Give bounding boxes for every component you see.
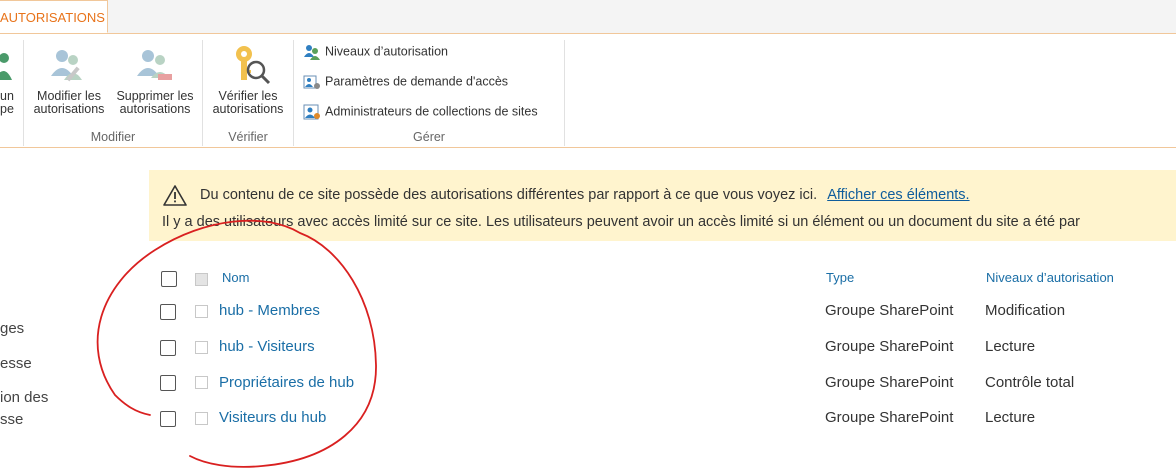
row-permission-level: Lecture [985,338,1036,355]
warning-message: Du contenu de ce site possède des autori… [200,187,970,203]
remove-permissions-icon [137,50,172,80]
warning-text: Du contenu de ce site possède des autori… [200,187,818,203]
site-admins-label: Administrateurs de collections de sites [325,104,538,119]
ribbon-separator [564,40,565,146]
edit-permissions-button[interactable]: Modifier les autorisations [30,44,108,119]
row-item-checkbox[interactable] [195,341,208,354]
edit-permissions-icon [51,50,82,82]
row-checkbox[interactable] [160,411,176,427]
row-checkbox[interactable] [160,340,176,356]
row-name-link[interactable]: hub - Membres [219,302,320,319]
check-permissions-icon [236,46,271,85]
show-items-link[interactable]: Afficher ces éléments. [827,187,969,203]
tab-autorisations[interactable]: AUTORISATIONS [0,0,108,33]
row-type: Groupe SharePoint [825,374,954,391]
left-nav-item[interactable]: esse [0,355,32,372]
row-name-link[interactable]: Visiteurs du hub [219,409,326,426]
partial-button-line2: pe [0,102,14,116]
row-item-checkbox[interactable] [195,376,208,389]
partial-button-label[interactable]: un pe [0,90,14,116]
access-request-icon [303,75,320,89]
partial-group-icon[interactable] [0,50,12,80]
row-type: Groupe SharePoint [825,302,954,319]
remove-permissions-line2: autorisations [119,102,191,116]
row-item-checkbox[interactable] [195,305,208,318]
check-permissions-button[interactable]: Vérifier les autorisations [206,44,290,119]
row-item-checkbox[interactable] [195,412,208,425]
column-header-level[interactable]: Niveaux d’autorisation [986,270,1114,285]
permission-levels-icon [304,44,320,60]
row-permission-level: Lecture [985,409,1036,426]
row-permission-level: Modification [985,302,1066,319]
row-permission-level: Contrôle total [985,374,1075,391]
site-collection-admins-link[interactable]: Administrateurs de collections de sites [303,102,538,120]
column-header-name[interactable]: Nom [222,270,249,285]
row-type: Groupe SharePoint [825,338,954,355]
group-label-modifier: Modifier [90,130,136,144]
limited-access-message: Il y a des utilisateurs avec accès limit… [162,214,1080,230]
column-header-type[interactable]: Type [826,270,854,285]
edit-permissions-line2: autorisations [33,102,105,116]
group-label-gerer: Gérer [413,130,445,144]
row-type: Groupe SharePoint [825,409,954,426]
row-name-link[interactable]: hub - Visiteurs [219,338,315,355]
row-checkbox[interactable] [160,304,176,320]
group-label-verifier: Vérifier [228,130,268,144]
permission-levels-label: Niveaux d’autorisation [325,44,448,59]
check-permissions-line2: autorisations [212,102,284,116]
row-checkbox[interactable] [160,375,176,391]
row-name-link[interactable]: Propriétaires de hub [219,374,354,391]
permission-levels-link[interactable]: Niveaux d’autorisation [303,42,448,60]
select-all-checkbox[interactable] [161,271,177,287]
select-all-item-checkbox[interactable] [195,273,208,286]
access-request-settings-link[interactable]: Paramètres de demande d'accès [303,72,508,90]
left-nav-item[interactable]: ion des [0,389,48,406]
site-admins-icon [303,104,320,120]
warning-icon [163,185,187,206]
access-request-label: Paramètres de demande d'accès [325,74,509,89]
ribbon-tab-strip [0,0,1176,34]
left-nav-item[interactable]: sse [0,411,23,428]
remove-permissions-button[interactable]: Supprimer les autorisations [112,44,198,119]
warning-banner: Du contenu de ce site possède des autori… [149,170,1176,241]
left-nav-item[interactable]: ges [0,320,24,337]
